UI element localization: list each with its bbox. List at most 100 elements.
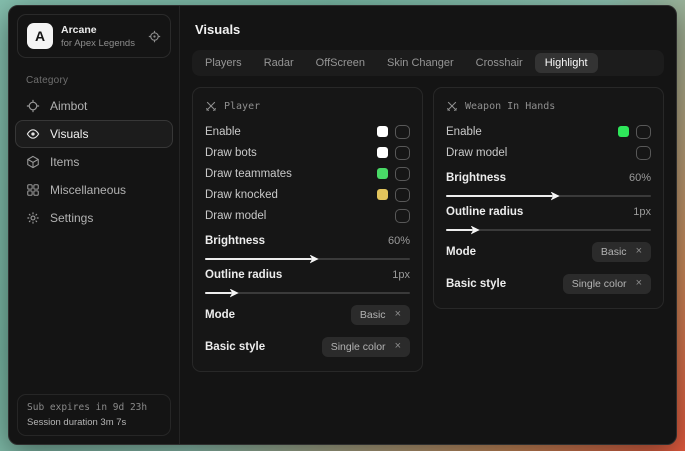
sidebar-item-visuals[interactable]: Visuals <box>15 120 173 148</box>
player-crossed-swords-icon <box>205 100 217 112</box>
checkbox[interactable] <box>395 167 410 181</box>
panel-player: Player Enable Draw bots Draw teammates D… <box>192 87 423 372</box>
sidebar-item-label: Visuals <box>50 127 88 141</box>
app-window: A Arcane for Apex Legends Category Aimbo… <box>8 5 677 445</box>
tab-radar[interactable]: Radar <box>254 53 304 73</box>
select-chip[interactable]: Basic × <box>351 305 410 325</box>
select-chip[interactable]: Single color × <box>563 274 651 294</box>
checkbox[interactable] <box>636 125 651 139</box>
toggle-row-draw-model: Draw model <box>205 205 410 226</box>
slider-value: 1px <box>392 269 410 281</box>
checkbox[interactable] <box>395 125 410 139</box>
panels-container: Player Enable Draw bots Draw teammates D… <box>192 87 664 372</box>
slider-track[interactable] <box>446 229 651 231</box>
color-swatch[interactable] <box>377 189 388 200</box>
slider-track[interactable] <box>205 258 410 260</box>
tab-players[interactable]: Players <box>195 53 252 73</box>
toggle-row-draw-teammates: Draw teammates <box>205 163 410 184</box>
app-header-card: A Arcane for Apex Legends <box>17 14 171 58</box>
subscription-card: Sub expires in 9d 23h Session duration 3… <box>17 394 171 436</box>
slider-label: Brightness <box>205 235 265 247</box>
toggle-label: Enable <box>446 126 482 138</box>
sidebar-item-label: Miscellaneous <box>50 183 126 197</box>
panel-rows: Enable Draw model Brightness 60% Outline… <box>446 121 651 295</box>
chip-row-mode: Mode Basic × <box>205 303 410 326</box>
select-label: Basic style <box>205 341 265 353</box>
sidebar-item-items[interactable]: Items <box>15 148 173 176</box>
checkbox[interactable] <box>395 146 410 160</box>
sidebar-item-settings[interactable]: Settings <box>15 204 173 232</box>
panel-title: Weapon In Hands <box>465 101 555 112</box>
panel-title: Player <box>224 101 260 112</box>
toggle-row-draw-knocked: Draw knocked <box>205 184 410 205</box>
chip-row-basic-style: Basic style Single color × <box>205 335 410 358</box>
page-title: Visuals <box>195 22 664 37</box>
sidebar: A Arcane for Apex Legends Category Aimbo… <box>9 6 180 444</box>
slider-row-brightness: Brightness 60% <box>205 233 410 260</box>
slider-row-outline-radius: Outline radius 1px <box>205 267 410 294</box>
slider-value: 1px <box>633 206 651 218</box>
panel-header: Weapon In Hands <box>446 100 651 112</box>
select-chip-value: Single color <box>572 278 627 290</box>
app-subtitle: for Apex Legends <box>61 38 135 49</box>
slider-label: Brightness <box>446 172 506 184</box>
chip-close-icon[interactable]: × <box>636 278 642 289</box>
checkbox[interactable] <box>395 209 410 223</box>
chip-close-icon[interactable]: × <box>636 246 642 257</box>
panel-weapon-in-hands: Weapon In Hands Enable Draw model Bright… <box>433 87 664 309</box>
toggle-row-draw-bots: Draw bots <box>205 142 410 163</box>
select-chip-value: Basic <box>360 309 386 321</box>
slider-fill <box>446 229 473 231</box>
select-chip-value: Basic <box>601 246 627 258</box>
toggle-label: Draw knocked <box>205 189 278 201</box>
toggle-label: Draw bots <box>205 147 257 159</box>
chip-row-mode: Mode Basic × <box>446 240 651 263</box>
toggle-label: Draw model <box>205 210 266 222</box>
color-swatch[interactable] <box>377 147 388 158</box>
select-label: Mode <box>446 246 476 258</box>
toggle-label: Draw teammates <box>205 168 292 180</box>
panel-header: Player <box>205 100 410 112</box>
miscellaneous-grid-icon <box>26 183 40 197</box>
toggle-row-enable: Enable <box>446 121 651 142</box>
select-label: Mode <box>205 309 235 321</box>
select-chip[interactable]: Basic × <box>592 242 651 262</box>
slider-label: Outline radius <box>446 206 523 218</box>
slider-label: Outline radius <box>205 269 282 281</box>
slider-fill <box>205 292 232 294</box>
sidebar-item-label: Items <box>50 155 79 169</box>
color-swatch[interactable] <box>618 126 629 137</box>
tab-offscreen[interactable]: OffScreen <box>306 53 375 73</box>
select-chip[interactable]: Single color × <box>322 337 410 357</box>
tab-skin-changer[interactable]: Skin Changer <box>377 53 464 73</box>
toggle-row-enable: Enable <box>205 121 410 142</box>
app-name: Arcane <box>61 24 135 36</box>
target-icon[interactable] <box>148 30 161 43</box>
slider-value: 60% <box>629 172 651 184</box>
color-swatch[interactable] <box>377 126 388 137</box>
tab-crosshair[interactable]: Crosshair <box>466 53 533 73</box>
chip-close-icon[interactable]: × <box>395 341 401 352</box>
sidebar-item-aimbot[interactable]: Aimbot <box>15 92 173 120</box>
checkbox[interactable] <box>636 146 651 160</box>
chip-row-basic-style: Basic style Single color × <box>446 272 651 295</box>
checkbox[interactable] <box>395 188 410 202</box>
sidebar-item-miscellaneous[interactable]: Miscellaneous <box>15 176 173 204</box>
aimbot-crosshair-icon <box>26 99 40 113</box>
slider-fill <box>205 258 312 260</box>
settings-gear-icon <box>26 211 40 225</box>
app-logo: A <box>27 23 53 49</box>
slider-row-outline-radius: Outline radius 1px <box>446 204 651 231</box>
weapon-crossed-swords-icon <box>446 100 458 112</box>
toggle-row-draw-model: Draw model <box>446 142 651 163</box>
slider-track[interactable] <box>446 195 651 197</box>
color-swatch[interactable] <box>377 168 388 179</box>
tab-highlight[interactable]: Highlight <box>535 53 598 73</box>
slider-track[interactable] <box>205 292 410 294</box>
visuals-eye-icon <box>26 127 40 141</box>
chip-close-icon[interactable]: × <box>395 309 401 320</box>
toggle-label: Enable <box>205 126 241 138</box>
slider-row-brightness: Brightness 60% <box>446 170 651 197</box>
select-label: Basic style <box>446 278 506 290</box>
select-chip-value: Single color <box>331 341 386 353</box>
